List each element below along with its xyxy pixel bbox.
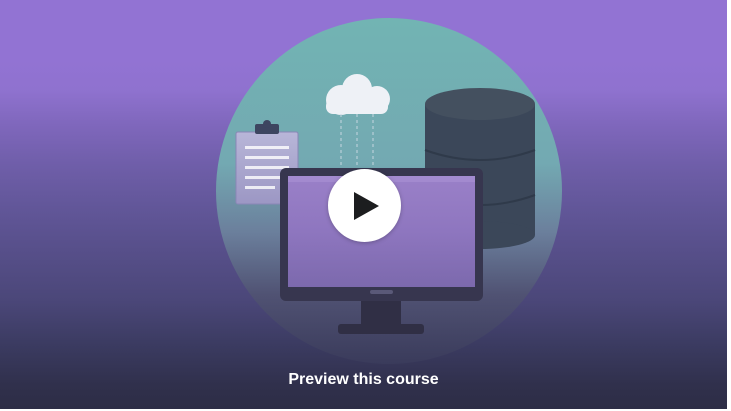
- play-button[interactable]: [328, 169, 401, 242]
- course-preview[interactable]: Preview this course: [0, 0, 727, 409]
- play-icon: [354, 192, 379, 220]
- preview-caption[interactable]: Preview this course: [0, 370, 727, 390]
- page-edge: [727, 0, 731, 411]
